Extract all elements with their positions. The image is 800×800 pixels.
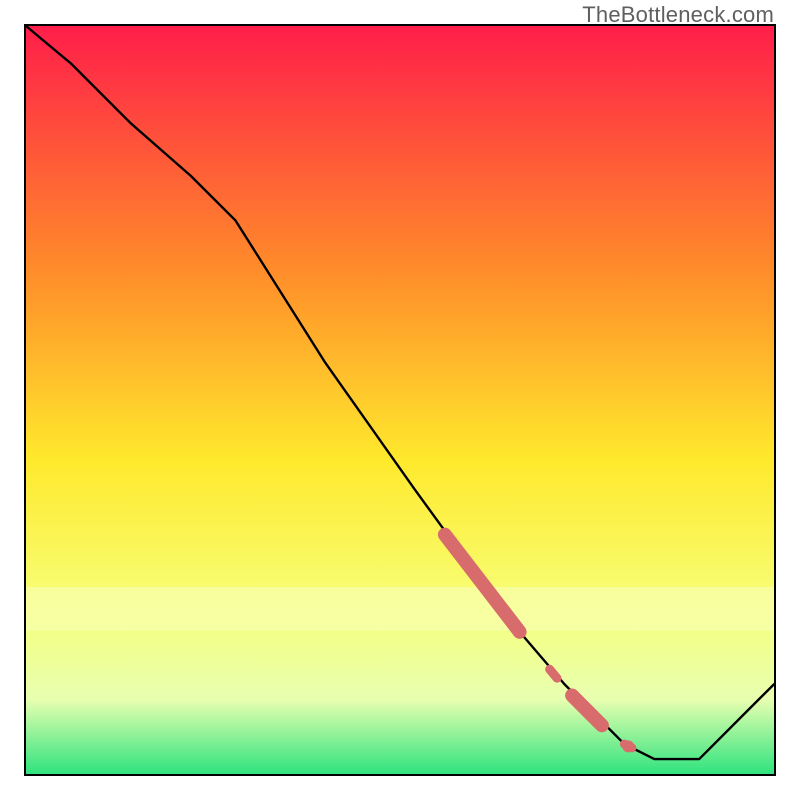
bottleneck-curve bbox=[26, 26, 774, 759]
plot-area bbox=[24, 24, 776, 776]
highlight-segments bbox=[445, 535, 632, 748]
highlight-points bbox=[622, 740, 634, 752]
highlight-segment bbox=[550, 669, 557, 678]
bottleneck-chart: TheBottleneck.com bbox=[0, 0, 800, 800]
data-overlay bbox=[26, 26, 774, 774]
highlight-point bbox=[622, 740, 634, 752]
highlight-segment bbox=[445, 535, 520, 632]
highlight-segment bbox=[572, 695, 602, 725]
